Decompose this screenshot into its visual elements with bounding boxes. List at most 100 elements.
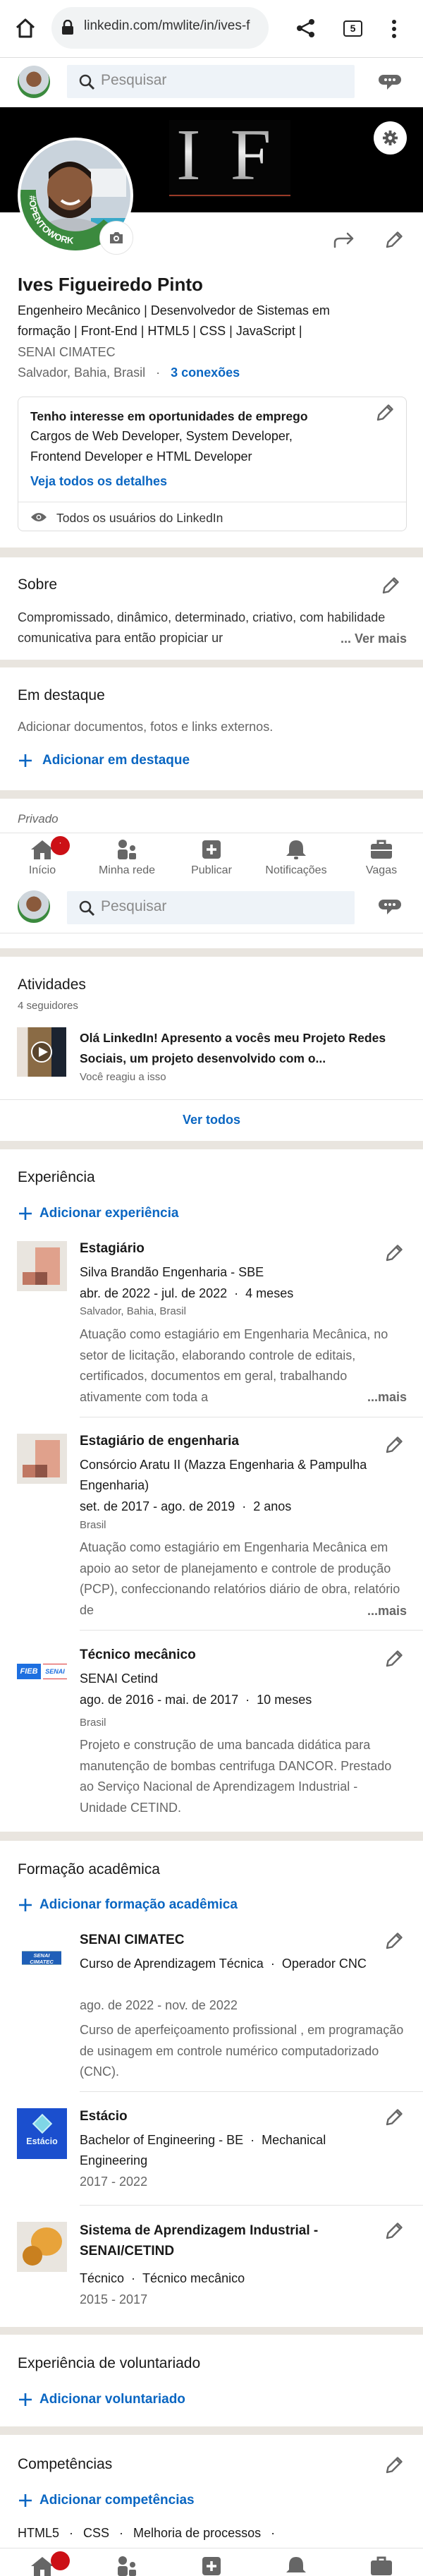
banner-settings-button[interactable] [374,121,407,155]
degree-row: Curso de Aprendizagem Técnica · Operador C… [80,1957,367,1971]
add-skills-link[interactable]: Adicionar competências [18,2491,195,2510]
bottom-nav-post[interactable] [169,2556,254,2576]
nav-label-notifications: Notificações [265,864,327,876]
separator-dot: · [69,2526,74,2540]
experience-description: Projeto e construção de uma bancada didá… [80,1738,392,1815]
experience-company: SENAI Cetind [80,1671,159,1686]
bottom-nav-jobs[interactable] [339,2556,423,2576]
bottom-nav-home[interactable] [0,2551,85,2576]
notification-badge [51,2551,70,2570]
share-icon[interactable] [296,18,316,38]
section-divider [0,2327,423,2335]
edit-experience-pencil-icon[interactable] [384,1435,404,1455]
change-photo-button[interactable] [99,221,133,255]
nav-item-post[interactable]: Publicar [169,839,254,878]
section-divider [0,548,423,557]
edit-education-pencil-icon[interactable] [384,2108,404,2127]
about-title: Sobre [18,576,58,593]
see-more-link[interactable]: ...mais [360,1387,407,1408]
edit-education-pencil-icon[interactable] [384,1931,404,1951]
edit-education-pencil-icon[interactable] [384,2221,404,2241]
plus-icon [19,2393,32,2406]
about-see-more[interactable]: ... Ver mais [333,629,407,649]
edit-skills-pencil-icon[interactable] [384,2455,404,2475]
degree: Técnico [80,2271,125,2285]
experience-description: Atuação como estagiário em Engenharia Me… [80,1540,400,1617]
add-volunteer-link[interactable]: Adicionar voluntariado [18,2390,185,2409]
eye-icon [31,513,47,521]
url-bar[interactable]: linkedin.com/mwlite/in/ives-f [51,7,269,49]
nav-label-post: Publicar [191,864,232,876]
experience-dates-row: set. de 2017 - ago. de 2019 · 2 anos [80,1499,292,1513]
play-icon [31,1041,52,1063]
gear-icon [382,130,398,146]
activity-post[interactable]: Olá LinkedIn! Apresento a vocês meu Proj… [0,1023,423,1094]
home-icon[interactable] [14,17,37,40]
experience-title: Técnico mecânico [80,1647,196,1662]
senai-mark: SENAI [43,1664,67,1679]
bottom-nav-network[interactable] [85,2556,169,2576]
section-divider [0,948,423,957]
school-name: Sistema de Aprendizagem Industrial - SEN… [80,2223,319,2258]
see-more-link[interactable]: ...mais [360,1601,407,1621]
nav-label-home: Início [28,864,56,876]
search-input[interactable]: Pesquisar [67,65,355,98]
add-education-link[interactable]: Adicionar formação acadêmica [18,1895,238,1915]
me-avatar[interactable] [18,66,50,98]
banner-logo-text: IF [176,114,301,195]
edit-open-to-work-pencil-icon[interactable] [375,403,395,423]
open-to-work-roles: Cargos de Web Developer, System Develope… [30,429,293,464]
network-icon [118,2556,136,2576]
nav-item-network[interactable]: Minha rede [85,839,169,878]
divider [80,2205,423,2206]
url-text: linkedin.com/mwlite/in/ives-f [84,18,250,33]
section-divider [0,2426,423,2435]
separator-dot: · [156,365,161,380]
followers-count: 4 seguidores [18,1000,78,1012]
nav-item-jobs[interactable]: Vagas [339,839,423,878]
divider [80,2091,423,2092]
edit-intro-pencil-icon[interactable] [384,230,404,250]
experience-dates: set. de 2017 - ago. de 2019 [80,1499,235,1513]
nav-item-notifications[interactable]: Notificações [254,839,338,878]
search-input[interactable]: Pesquisar [67,891,355,924]
edit-about-pencil-icon[interactable] [381,576,400,595]
estacio-diamond [32,2113,53,2134]
add-education-label: Adicionar formação acadêmica [39,1897,238,1912]
experience-location: Brasil [80,1519,106,1531]
messaging-icon[interactable] [378,898,402,917]
more-menu-icon[interactable] [390,18,398,40]
plus-icon [19,754,32,767]
badge-dot: · [59,837,62,847]
see-details-link[interactable]: Veja todos os detalhes [30,471,167,491]
experience-duration: 4 meses [245,1286,294,1300]
add-experience-link[interactable]: Adicionar experiência [18,1204,178,1223]
experience-location: Salvador, Bahia, Brasil [80,1305,186,1317]
edit-experience-pencil-icon[interactable] [384,1243,404,1263]
share-profile-icon[interactable] [333,230,355,250]
field-of-study: Operador CNC [281,1957,367,1971]
experience-title: Experiência [18,1169,95,1185]
network-icon [118,840,136,859]
post-meta: Você reagiu a isso [80,1071,166,1083]
me-avatar[interactable] [18,890,50,923]
tab-count-button[interactable]: 5 [343,20,362,37]
school-logo-placeholder [17,2222,67,2272]
briefcase-icon [371,2556,392,2575]
bottom-nav-notifications[interactable] [254,2556,338,2576]
messaging-icon[interactable] [378,73,402,92]
see-all-activity-link[interactable]: Ver todos [0,1110,423,1130]
add-featured-link[interactable]: Adicionar em destaque [18,751,190,770]
connections-link[interactable]: 3 conexões [171,365,240,380]
add-experience-label: Adicionar experiência [39,1206,179,1221]
edit-experience-pencil-icon[interactable] [384,1649,404,1669]
activity-title: Atividades [18,976,86,993]
add-featured-label: Adicionar em destaque [42,753,190,768]
profile-location-row: Salvador, Bahia, Brasil · 3 conexões [18,363,240,383]
skills-list: HTML5 · CSS · Melhoria de processos · [18,2523,285,2544]
post-text: Olá LinkedIn! Apresento a vocês meu Proj… [80,1031,386,1065]
banner-underline [169,195,290,196]
nav-item-home[interactable]: Início · [0,836,85,878]
school-name: SENAI CIMATEC [80,1933,185,1947]
profile-headline: Engenheiro Mecânico | Desenvolvedor de S… [18,303,330,338]
